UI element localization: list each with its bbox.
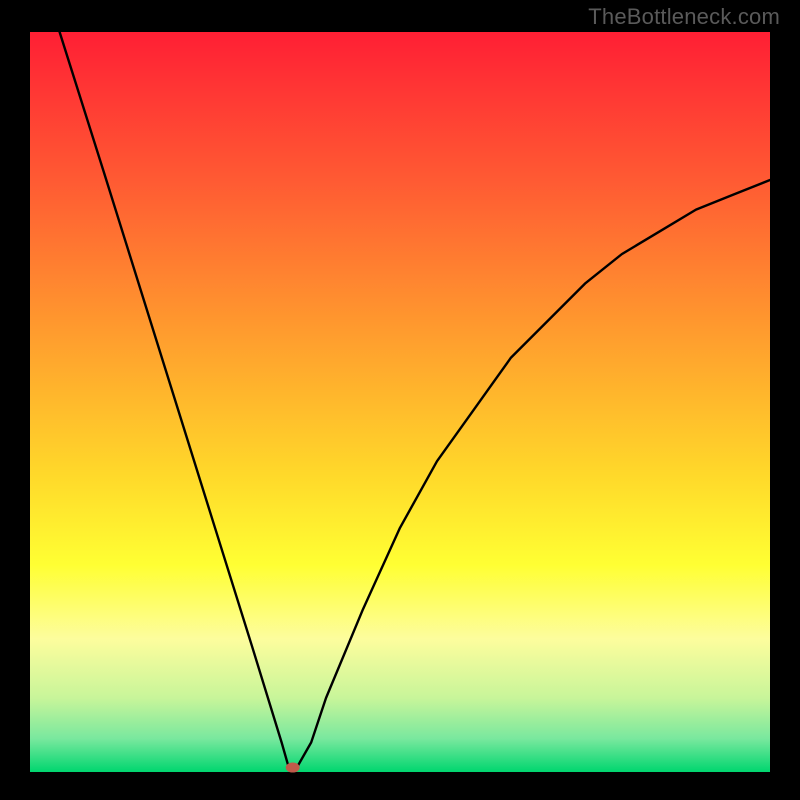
bottleneck-chart [0,0,800,800]
chart-frame: TheBottleneck.com [0,0,800,800]
plot-background [30,32,770,772]
minimum-marker [286,763,300,773]
watermark-text: TheBottleneck.com [588,4,780,30]
